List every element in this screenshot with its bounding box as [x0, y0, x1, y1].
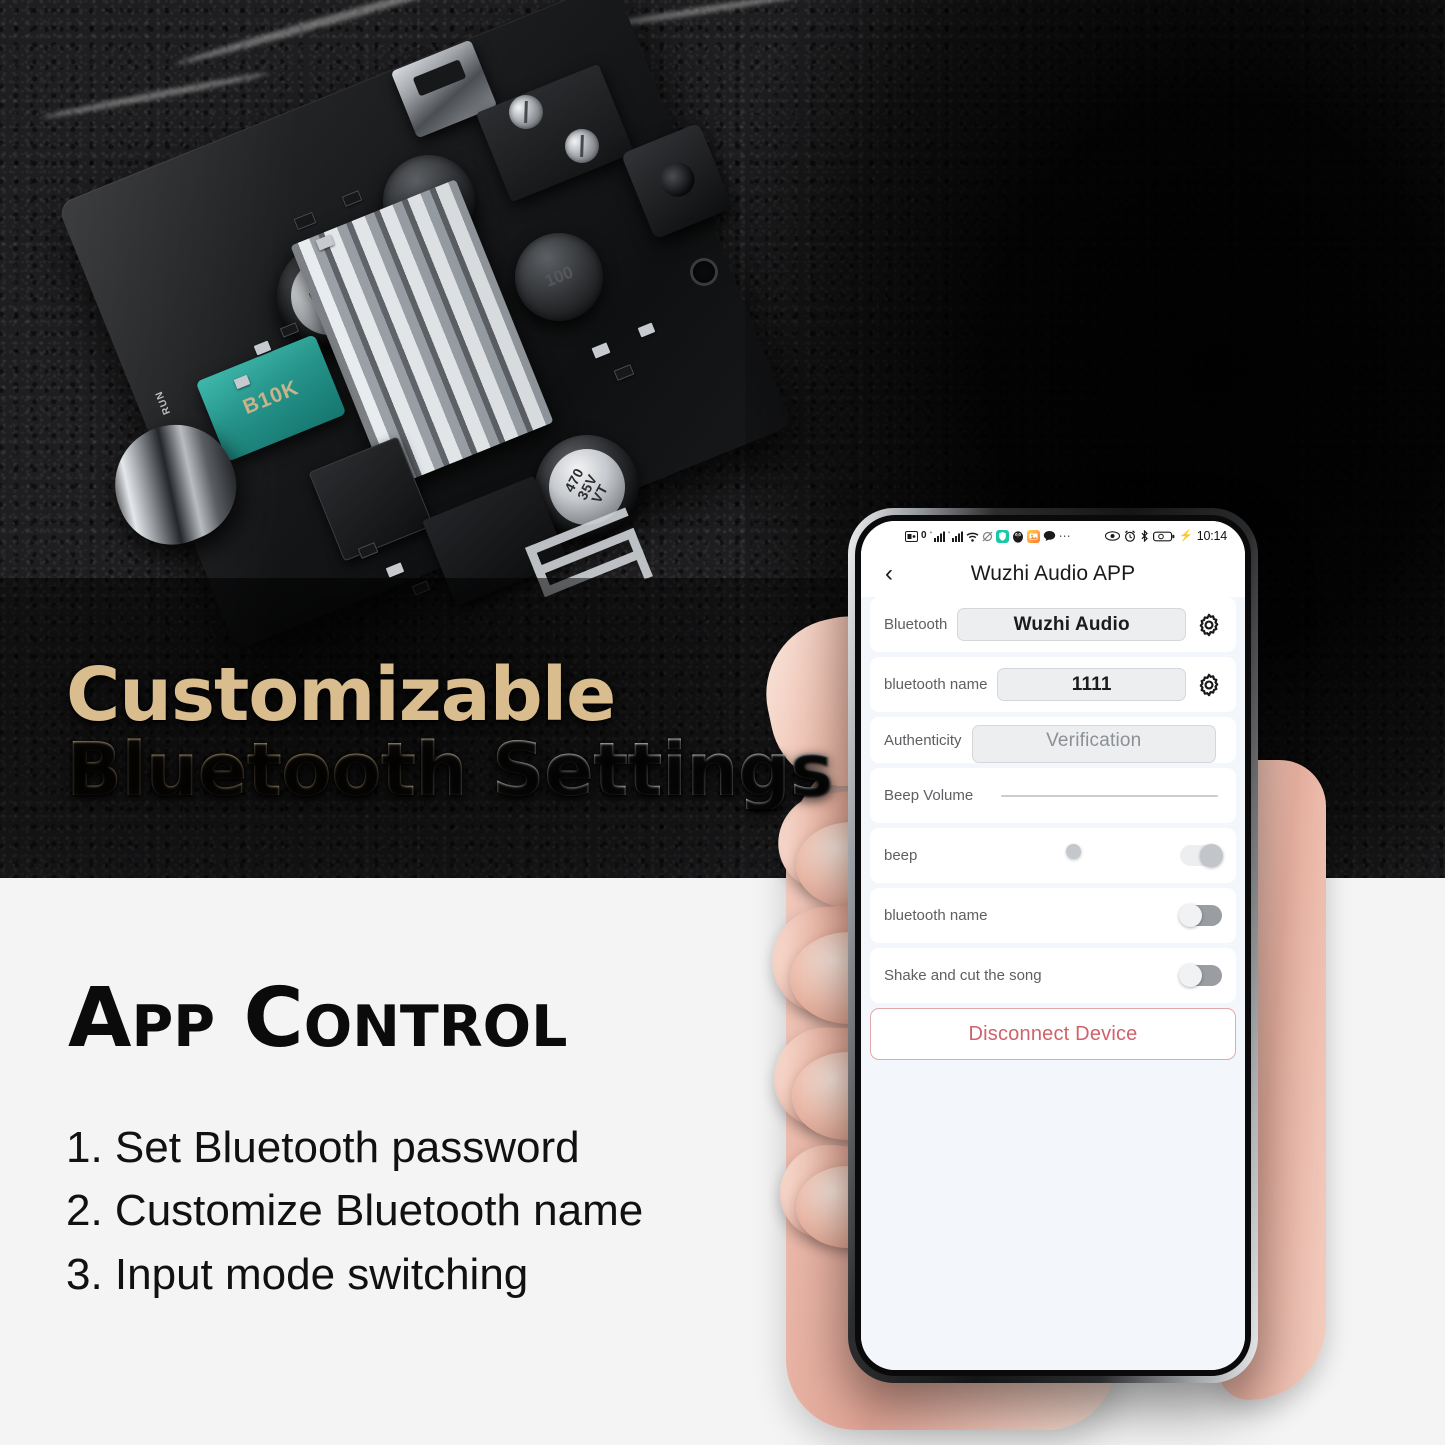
page-title: Wuzhi Audio APP [970, 562, 1136, 585]
bluetooth-name-value: 1111 [1071, 673, 1112, 695]
row-beep-toggle[interactable]: beep [870, 828, 1236, 883]
no-sync-icon [982, 531, 993, 542]
battery-charging-icon [1153, 531, 1175, 542]
shield-app-icon [995, 529, 1009, 543]
beep-toggle[interactable] [1180, 844, 1223, 867]
row-bluetooth-device[interactable]: Bluetooth Wuzhi Audio [870, 597, 1236, 652]
alarm-clock-icon [1124, 530, 1136, 542]
list-item: 3. Input mode switching [66, 1249, 529, 1299]
gallery-app-icon [1026, 529, 1040, 543]
row-authenticity-label: Authenticity [884, 732, 962, 749]
row-bluetooth-name-toggle[interactable]: bluetooth name [870, 888, 1236, 943]
list-item: 2. Customize Bluetooth name [66, 1186, 644, 1236]
app-control-title: App Control [68, 971, 568, 1066]
row-authenticity[interactable]: Authenticity Verification [870, 717, 1236, 763]
slider-track [1001, 794, 1218, 797]
inductor-2: 100 [515, 233, 603, 321]
hero-headline: Customizable Bluetooth Settings [66, 652, 834, 814]
sim-card-icon [905, 530, 918, 542]
disconnect-device-label: Disconnect Device [968, 1022, 1138, 1045]
status-bar-left-icons: 0 “ “ ⋯ [905, 529, 1072, 543]
wifi-icon [966, 531, 979, 542]
app-title-bar: ‹ Wuzhi Audio APP [861, 551, 1245, 597]
bluetooth-icon [1140, 530, 1149, 542]
settings-list: Bluetooth Wuzhi Audio bluetooth name 111… [861, 597, 1245, 1370]
row-shake-toggle-label: Shake and cut the song [884, 967, 1042, 984]
charging-bolt-icon: ⚡ [1179, 529, 1193, 542]
bluetooth-device-value: Wuzhi Audio [1013, 613, 1130, 635]
row-beep-volume[interactable]: Beep Volume [870, 768, 1236, 860]
status-bar-clock: 10:14 [1196, 529, 1227, 543]
more-dots-icon: ⋯ [1058, 529, 1072, 543]
row-bluetooth-name[interactable]: bluetooth name 1111 [870, 657, 1236, 712]
authenticity-value: Verification [1046, 730, 1142, 751]
smartphone-mockup: 0 “ “ ⋯ ⚡ 10:14 ‹ Wuzhi Audio APP Blueto… [848, 508, 1258, 1383]
back-button[interactable]: ‹ [877, 560, 901, 588]
status-bar: 0 “ “ ⋯ ⚡ 10:14 [861, 521, 1245, 551]
toggle-knob [1179, 964, 1202, 987]
row-beep-toggle-label: beep [884, 847, 918, 864]
mounting-hole [693, 261, 715, 283]
row-bluetooth-device-label: Bluetooth [884, 616, 948, 633]
beep-volume-slider[interactable] [1001, 786, 1218, 860]
row-shake-toggle[interactable]: Shake and cut the song [870, 948, 1236, 1003]
toggle-knob [1200, 844, 1223, 867]
signal-bars-2-icon: “ [948, 531, 963, 542]
svg-text:“: “ [930, 532, 932, 538]
headline-line-1: Customizable [66, 652, 616, 738]
row-beep-volume-label: Beep Volume [884, 787, 974, 804]
qq-penguin-icon [1012, 530, 1024, 543]
bluetooth-name-toggle[interactable] [1179, 904, 1222, 927]
row-bluetooth-name-toggle-label: bluetooth name [884, 907, 988, 924]
status-bar-right-icons: ⚡ 10:14 [1105, 529, 1227, 543]
bluetooth-device-field[interactable]: Wuzhi Audio [957, 608, 1186, 641]
sim-badge-icon: 0 [921, 530, 927, 541]
svg-text:“: “ [948, 532, 950, 538]
shake-cut-song-toggle[interactable] [1179, 964, 1222, 987]
row-bluetooth-name-label: bluetooth name [884, 676, 988, 693]
signal-bars-1-icon: “ [930, 531, 945, 542]
inductor-2-label: 100 [542, 262, 576, 291]
eye-icon [1105, 531, 1121, 541]
gear-icon[interactable] [1196, 672, 1222, 698]
feature-list: 1. Set Bluetooth password 2. Customize B… [66, 1116, 643, 1306]
phone-bezel: 0 “ “ ⋯ ⚡ 10:14 ‹ Wuzhi Audio APP Blueto… [855, 515, 1251, 1376]
bluetooth-name-field[interactable]: 1111 [997, 668, 1186, 701]
gear-icon[interactable] [1196, 612, 1222, 638]
capacitor-2-label: 470 35V VT [560, 465, 612, 506]
message-bubble-icon [1043, 530, 1056, 542]
toggle-knob [1179, 904, 1202, 927]
disconnect-device-button[interactable]: Disconnect Device [870, 1008, 1236, 1060]
list-item: 1. Set Bluetooth password [66, 1123, 580, 1172]
phone-screen: 0 “ “ ⋯ ⚡ 10:14 ‹ Wuzhi Audio APP Blueto… [861, 521, 1245, 1370]
authenticity-field[interactable]: Verification [971, 725, 1216, 763]
headline-line-2: Bluetooth Settings [66, 727, 834, 814]
